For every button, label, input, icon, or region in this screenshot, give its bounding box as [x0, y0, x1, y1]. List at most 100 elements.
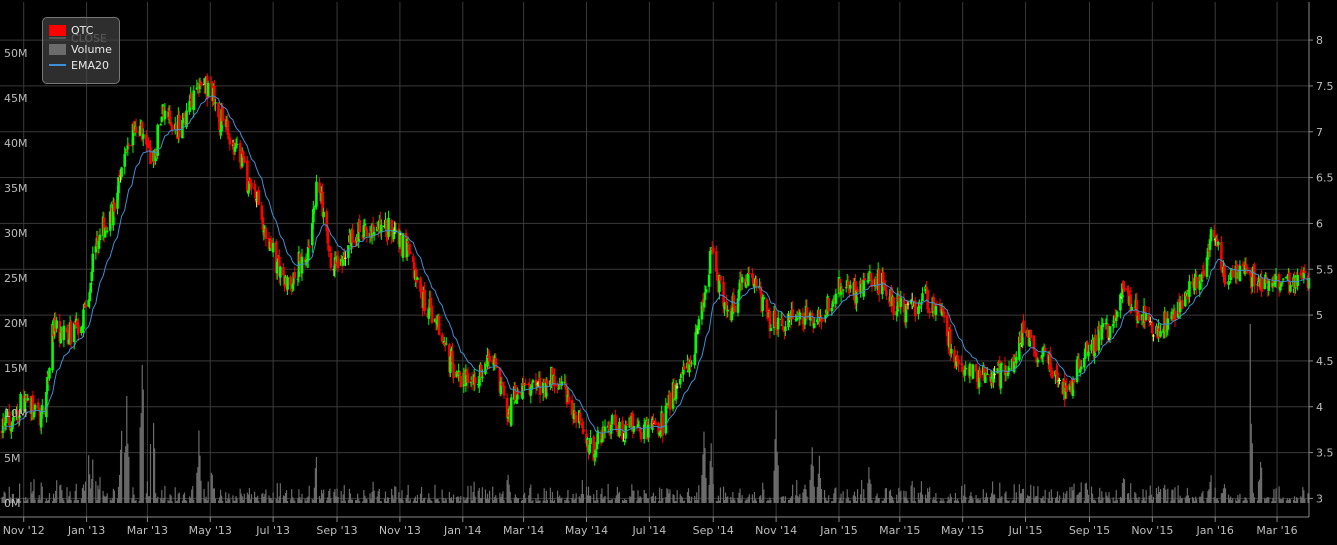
- volume-bar: [1279, 499, 1281, 503]
- volume-bar: [971, 496, 973, 503]
- x-tick-label: Nov '15: [1131, 524, 1173, 537]
- legend-item-volume[interactable]: Volume: [49, 41, 119, 57]
- volume-bar: [479, 497, 481, 503]
- volume-bar: [1267, 497, 1269, 503]
- volume-bar: [950, 496, 952, 503]
- candle-body: [531, 380, 535, 383]
- volume-bar: [474, 496, 476, 503]
- volume-bar: [55, 490, 57, 503]
- volume-bar: [1084, 483, 1086, 503]
- volume-bar: [161, 490, 163, 503]
- volume-bar: [817, 473, 819, 503]
- volume-bar: [496, 498, 498, 503]
- volume-bar: [964, 484, 966, 503]
- volume-bar: [754, 498, 757, 503]
- volume-bar: [270, 498, 272, 503]
- volume-bar: [940, 498, 942, 503]
- volume-bar: [517, 498, 520, 503]
- volume-bar: [1087, 494, 1090, 503]
- candle-body: [358, 220, 362, 233]
- volume-bar: [920, 481, 923, 503]
- volume-bar: [342, 494, 344, 503]
- volume-bar: [907, 500, 909, 503]
- volume-bar: [737, 498, 739, 503]
- volume-bar: [680, 496, 682, 503]
- volume-bar: [1011, 500, 1013, 503]
- volume-bar: [1033, 486, 1035, 503]
- volume-bar: [177, 493, 179, 503]
- volume-bar: [1172, 489, 1174, 503]
- volume-bar: [747, 496, 749, 503]
- volume-bar: [1047, 498, 1049, 503]
- volume-bar: [406, 495, 408, 503]
- volume-bar: [96, 500, 98, 503]
- volume-bar: [949, 493, 951, 503]
- volume-bar: [1056, 491, 1059, 503]
- candle-body: [257, 190, 261, 205]
- volume-bar: [625, 500, 627, 503]
- volume-bar: [408, 501, 410, 503]
- volume-bar: [1109, 499, 1111, 503]
- volume-bar: [654, 495, 657, 503]
- volume-bar: [1252, 492, 1254, 503]
- volume-bar: [1280, 499, 1282, 503]
- volume-bar: [154, 448, 156, 503]
- x-tick-label: Nov '13: [379, 524, 421, 537]
- volume-bar: [23, 497, 25, 503]
- volume-bar: [1064, 498, 1066, 503]
- candle-body: [740, 277, 744, 283]
- volume-bar: [341, 501, 343, 503]
- volume-bar: [399, 498, 401, 503]
- candle-body: [45, 391, 48, 418]
- volume-bar: [111, 498, 113, 503]
- candle-body: [473, 376, 477, 384]
- candle-body: [134, 126, 138, 133]
- volume-bar: [1180, 497, 1182, 503]
- volume-bar: [1260, 467, 1263, 503]
- volume-bar: [121, 430, 123, 503]
- volume-bar: [1076, 495, 1078, 503]
- volume-bar: [77, 499, 79, 503]
- candle-body: [726, 309, 729, 312]
- volume-bar: [1122, 478, 1125, 503]
- volume-bar: [116, 498, 119, 503]
- volume-bar: [437, 498, 439, 503]
- volume-bar: [1085, 482, 1087, 503]
- volume-bar: [666, 488, 668, 503]
- candle-body: [91, 253, 95, 272]
- volume-bar: [689, 500, 692, 503]
- volume-bar: [419, 493, 422, 503]
- volume-bar: [414, 496, 416, 503]
- candle-body: [1296, 275, 1299, 286]
- volume-bar: [358, 499, 360, 503]
- volume-bar: [531, 501, 533, 503]
- candle-body: [748, 272, 751, 274]
- volume-bar: [106, 493, 108, 503]
- right-tick-label: 7: [1316, 126, 1323, 139]
- volume-bar: [456, 497, 458, 503]
- volume-bar: [1216, 498, 1218, 503]
- volume-bar: [1126, 493, 1129, 503]
- candle-body: [502, 385, 506, 396]
- volume-bar: [1134, 492, 1136, 503]
- candle-body: [639, 431, 643, 440]
- volume-bar: [1027, 495, 1029, 503]
- volume-bar: [283, 496, 286, 503]
- volume-bar: [1282, 497, 1284, 503]
- candle-body: [964, 367, 968, 370]
- volume-bar: [378, 488, 380, 503]
- volume-bar: [552, 501, 555, 503]
- candle-body: [781, 318, 784, 325]
- candle-body: [567, 396, 571, 403]
- volume-bar: [350, 499, 353, 503]
- legend-item-ema20[interactable]: EMA20: [49, 57, 119, 73]
- volume-bar: [587, 486, 590, 503]
- volume-bar: [1080, 482, 1082, 503]
- volume-bar: [1015, 492, 1017, 503]
- volume-bar: [277, 500, 279, 503]
- volume-bar: [868, 467, 870, 503]
- candle-body: [1188, 281, 1191, 297]
- candle-body: [733, 305, 737, 313]
- volume-bar: [1138, 496, 1140, 503]
- candle-body: [1202, 270, 1206, 277]
